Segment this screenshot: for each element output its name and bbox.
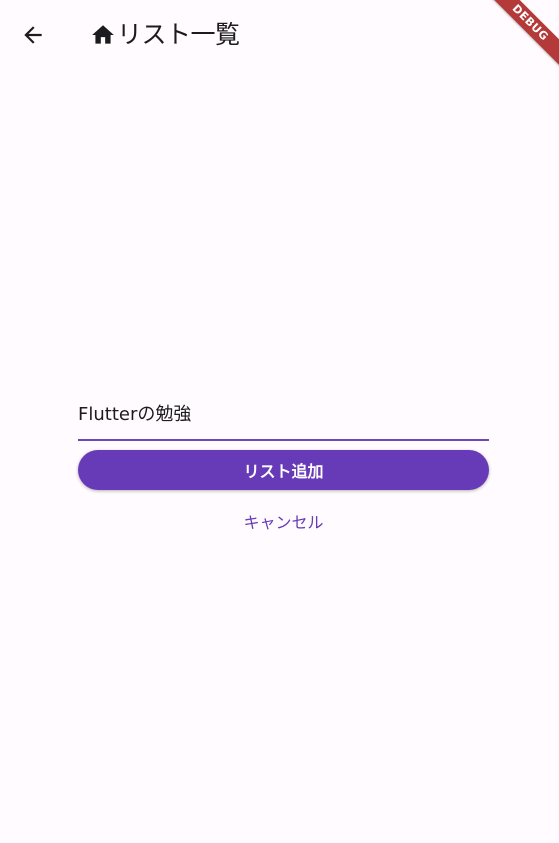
cancel-button[interactable]: キャンセル <box>78 501 489 541</box>
cancel-button-label: キャンセル <box>243 513 324 532</box>
add-list-button-label: リスト追加 <box>243 462 324 481</box>
app-bar: リスト一覧 <box>0 0 559 70</box>
arrow-back-icon <box>24 26 42 44</box>
add-list-button[interactable]: リスト追加 <box>78 450 489 490</box>
list-title-input[interactable] <box>78 396 489 430</box>
back-button[interactable] <box>12 14 54 56</box>
list-title-field <box>78 388 489 441</box>
add-list-form: リスト追加 キャンセル <box>78 388 489 532</box>
title-wrap: リスト一覧 <box>90 18 240 52</box>
home-icon <box>90 22 116 48</box>
page-title: リスト一覧 <box>117 20 240 49</box>
